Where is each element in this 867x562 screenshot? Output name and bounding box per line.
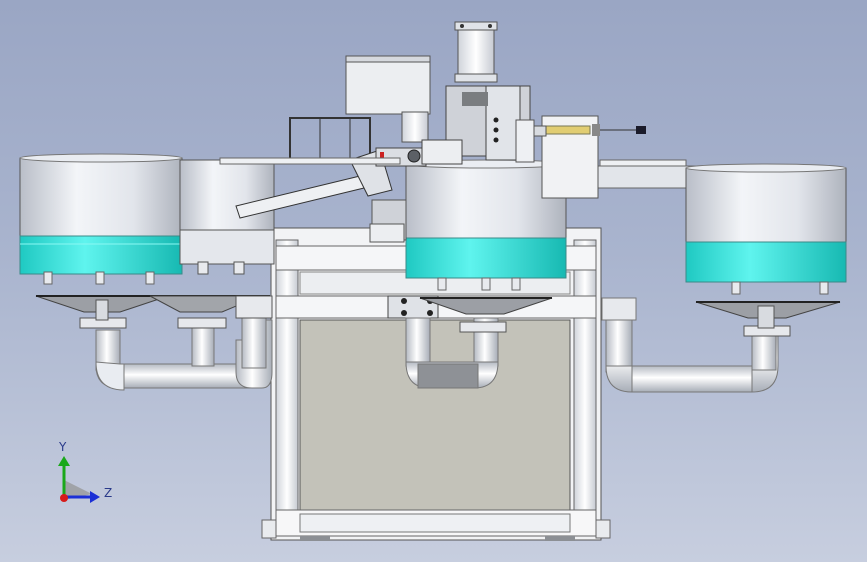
coordinate-triad xyxy=(58,456,100,503)
pneumatic-cylinder xyxy=(457,21,495,81)
motor-housing xyxy=(345,57,431,115)
frame-leg-left xyxy=(275,239,299,537)
x-axis-origin xyxy=(60,494,68,502)
frame-panel xyxy=(299,319,571,511)
center-bowl-band xyxy=(405,237,567,279)
machine-assembly-drawing xyxy=(19,21,847,541)
z-axis-label: Z xyxy=(104,486,113,500)
left-bowl-band xyxy=(19,235,183,275)
frame-leg-right xyxy=(573,239,597,537)
y-axis-label: Y xyxy=(59,440,67,454)
cad-viewport[interactable]: Y Z xyxy=(0,0,867,562)
right-bowl-band xyxy=(685,241,847,283)
